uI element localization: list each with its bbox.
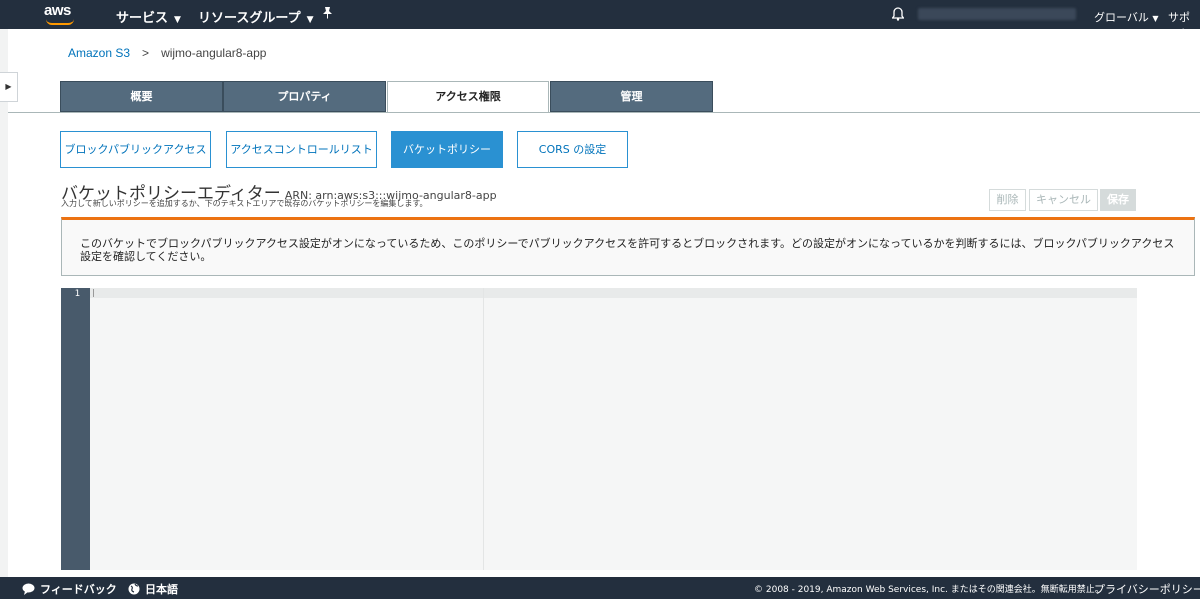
chevron-down-icon: ▼: [174, 15, 181, 25]
chevron-down-icon: ▼: [306, 15, 314, 25]
resource-groups-label: リソースグループ: [198, 11, 301, 26]
breadcrumb-root-link[interactable]: Amazon S3: [68, 46, 130, 60]
subtab-access-control-list[interactable]: アクセスコントロールリスト: [226, 131, 377, 168]
aws-logo[interactable]: aws: [44, 2, 78, 26]
left-sidebar-strip: [0, 29, 8, 577]
tab-management[interactable]: 管理: [550, 81, 713, 112]
breadcrumb-bucket: wijmo-angular8-app: [161, 46, 267, 60]
policy-code-editor[interactable]: 1: [61, 288, 1137, 570]
account-menu[interactable]: [918, 8, 1076, 20]
region-label: グローバル: [1094, 11, 1149, 24]
breadcrumb-separator: >: [142, 46, 150, 60]
speech-bubble-icon: [22, 583, 35, 598]
editor-gutter: 1: [61, 288, 90, 570]
policy-editor-description: 入力して新しいポリシーを追加するか、下のテキストエリアで既存のバケットポリシーを…: [61, 199, 428, 208]
top-navigation-bar: aws サービス ▼ リソースグループ ▼ グローバル ▼ サポート: [0, 0, 1200, 40]
save-button[interactable]: 保存: [1100, 189, 1136, 211]
text-cursor: [93, 289, 94, 297]
resource-groups-menu[interactable]: リソースグループ ▼: [198, 7, 314, 26]
subtab-cors-configuration[interactable]: CORS の設定: [517, 131, 628, 168]
notification-bell-icon[interactable]: [891, 7, 905, 21]
footer-bar: フィードバック 日本語 © 2008 - 2019, Amazon Web Se…: [0, 577, 1200, 599]
globe-icon: [128, 583, 140, 598]
cancel-button[interactable]: キャンセル: [1029, 189, 1098, 211]
tab-permissions[interactable]: アクセス権限: [387, 81, 549, 113]
pin-icon[interactable]: [322, 7, 333, 22]
chevron-down-icon: ▼: [1152, 14, 1159, 23]
aws-smile-icon: [46, 19, 74, 25]
services-label: サービス: [116, 11, 169, 26]
breadcrumb: Amazon S3 > wijmo-angular8-app: [68, 46, 266, 60]
services-menu[interactable]: サービス ▼: [116, 7, 181, 26]
language-label: 日本語: [145, 583, 178, 596]
public-access-warning: このバケットでブロックパブリックアクセス設定がオンになっているため、このポリシー…: [61, 217, 1195, 276]
sidebar-toggle-icon[interactable]: ▶: [0, 72, 18, 102]
active-line-highlight: [90, 288, 1137, 298]
tab-overview[interactable]: 概要: [60, 81, 223, 112]
copyright-text: © 2008 - 2019, Amazon Web Services, Inc.…: [754, 585, 1104, 595]
aws-logo-text: aws: [44, 2, 71, 19]
subtab-block-public-access[interactable]: ブロックパブリックアクセス: [60, 131, 211, 168]
warning-text: このバケットでブロックパブリックアクセス設定がオンになっているため、このポリシー…: [80, 237, 1175, 263]
support-menu[interactable]: サポート: [1168, 9, 1200, 41]
feedback-label: フィードバック: [40, 583, 117, 596]
language-selector[interactable]: 日本語: [128, 581, 178, 598]
subtab-bucket-policy[interactable]: バケットポリシー: [391, 131, 503, 168]
line-number: 1: [74, 289, 80, 299]
print-margin: [483, 288, 484, 570]
delete-button[interactable]: 削除: [989, 189, 1026, 211]
privacy-policy-link[interactable]: プライバシーポリシー: [1094, 581, 1200, 597]
feedback-link[interactable]: フィードバック: [22, 581, 117, 598]
region-menu[interactable]: グローバル ▼: [1094, 9, 1159, 25]
tab-divider: [8, 112, 1200, 113]
tab-properties[interactable]: プロパティ: [223, 81, 386, 112]
